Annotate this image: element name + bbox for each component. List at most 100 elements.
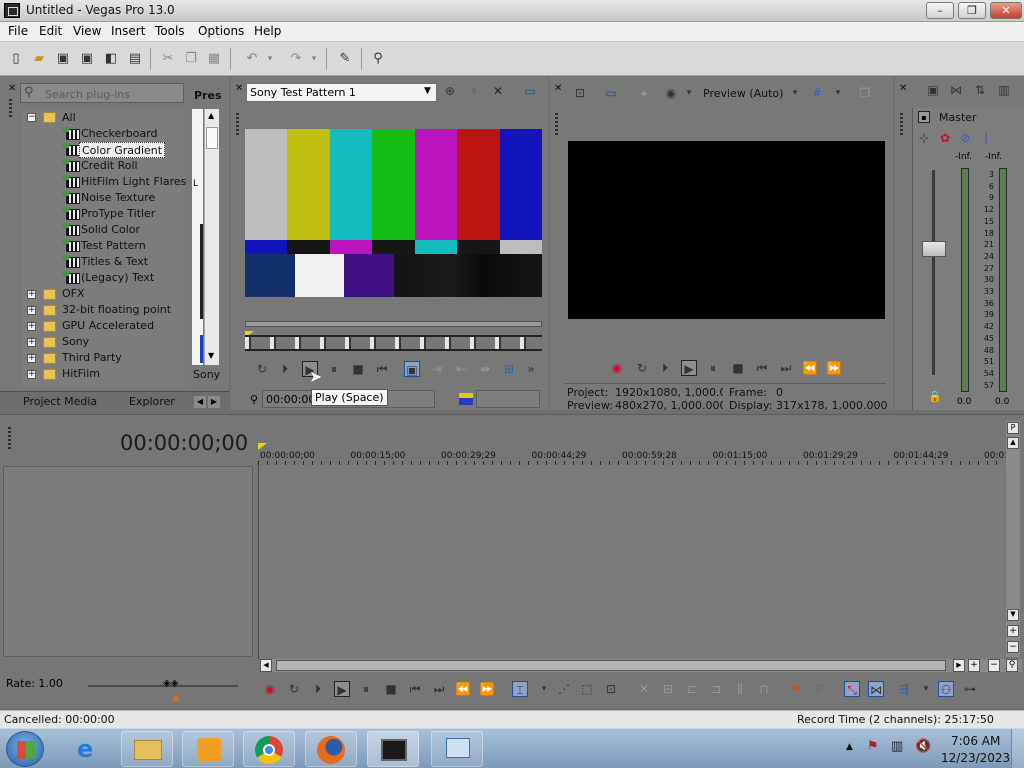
- scroll-left-icon[interactable]: ◀: [260, 659, 272, 672]
- chrome-icon[interactable]: [243, 731, 295, 767]
- menu-edit[interactable]: Edit: [39, 24, 62, 38]
- tree-item-protype-titler[interactable]: ProType Titler: [81, 207, 155, 223]
- expand-icon[interactable]: +: [27, 306, 36, 315]
- go-to-start-icon[interactable]: ⏮: [374, 361, 390, 377]
- close-button[interactable]: ✕: [990, 2, 1022, 19]
- trim-end-icon[interactable]: ⊐: [708, 681, 724, 697]
- play-from-start-icon[interactable]: ⏵: [310, 681, 326, 697]
- auto-crossfade-icon[interactable]: ⋈: [868, 681, 884, 697]
- monitor-icon[interactable]: ▭: [522, 83, 538, 99]
- pause-icon[interactable]: ⏸: [326, 361, 342, 377]
- next-frame-icon[interactable]: ⏩: [826, 360, 842, 376]
- tree-item-gpu-accelerated[interactable]: GPU Accelerated: [62, 319, 154, 335]
- new-icon[interactable]: ▯: [8, 51, 24, 67]
- scroll-up-icon[interactable]: ▲: [208, 111, 214, 120]
- external-monitor-icon[interactable]: ▭: [603, 85, 619, 101]
- overlays-icon[interactable]: #: [809, 85, 825, 101]
- record-icon[interactable]: ◉: [262, 681, 278, 697]
- tab-project-media[interactable]: Project Media: [23, 395, 97, 408]
- stop-icon[interactable]: ■: [730, 360, 746, 376]
- normal-edit-tool-icon[interactable]: ⌶: [512, 681, 528, 697]
- scroll-down-icon[interactable]: ▼: [1007, 609, 1019, 621]
- tree-item-solid-color[interactable]: Solid Color: [81, 223, 140, 239]
- panel-close-icon[interactable]: ✕: [554, 83, 562, 94]
- play-from-start-icon[interactable]: ⏵: [277, 361, 293, 377]
- tree-item-legacy-text[interactable]: (Legacy) Text: [81, 271, 154, 287]
- fx-dropdown-icon[interactable]: ▾: [681, 85, 697, 101]
- file-explorer-icon[interactable]: [121, 731, 173, 767]
- pause-icon[interactable]: ⏸: [705, 360, 721, 376]
- mute-icon[interactable]: ⊘: [957, 130, 973, 146]
- collapse-all-icon[interactable]: −: [27, 113, 36, 122]
- firefox-icon[interactable]: [305, 731, 357, 767]
- preview-quality[interactable]: Preview (Auto): [703, 87, 783, 100]
- add-to-timeline-icon[interactable]: ⇤: [453, 361, 469, 377]
- go-to-start-icon[interactable]: ⏮: [754, 360, 770, 376]
- copy-snapshot-icon[interactable]: ❐: [857, 85, 873, 101]
- tree-item-color-gradient[interactable]: Color Gradient: [79, 142, 166, 158]
- tree-item-credit-roll[interactable]: Credit Roll: [81, 159, 138, 175]
- pin-icon[interactable]: ⚲: [250, 393, 258, 406]
- save-icon[interactable]: ▣: [55, 51, 71, 67]
- trim-mode-icon[interactable]: ⊞: [501, 361, 517, 377]
- media-dropdown[interactable]: Sony Test Pattern 1 ▼: [246, 83, 437, 102]
- media-fx-icon[interactable]: ⚡: [466, 83, 482, 99]
- whats-this-help-icon[interactable]: ⚲: [370, 51, 386, 67]
- menu-help[interactable]: Help: [254, 24, 281, 38]
- clock-time[interactable]: 7:06 AM: [951, 734, 1000, 748]
- ripple-dropdown-icon[interactable]: ▾: [918, 681, 934, 697]
- action-center-icon[interactable]: ⚑: [867, 739, 879, 754]
- menu-file[interactable]: File: [8, 24, 28, 38]
- panel-close-icon[interactable]: ✕: [235, 83, 243, 94]
- minimize-button[interactable]: –: [926, 2, 954, 19]
- go-to-start-icon[interactable]: ⏮: [407, 681, 423, 697]
- copy-icon[interactable]: ❐: [183, 51, 199, 67]
- lock-envelopes-icon[interactable]: ⚇: [938, 681, 954, 697]
- volume-muted-icon[interactable]: 🔇: [915, 739, 931, 754]
- enable-snapping-icon[interactable]: ✎: [337, 51, 353, 67]
- timeline-vscroll[interactable]: P ▲ ▼ + −: [1006, 421, 1020, 657]
- internet-explorer-icon[interactable]: e: [63, 731, 115, 767]
- more-controls-icon[interactable]: »: [523, 361, 539, 377]
- timeline-ruler[interactable]: 00:00:00;00 00:00:15;00 00:00:29;29 00:00:4…: [258, 443, 1019, 465]
- trimmer-filmstrip[interactable]: [245, 335, 542, 351]
- network-icon[interactable]: ▥: [891, 739, 903, 754]
- media-player-icon[interactable]: [182, 731, 234, 767]
- play-from-start-icon[interactable]: ⏵: [657, 360, 673, 376]
- downmix-icon[interactable]: ⋈: [948, 82, 964, 98]
- zoom-edit-tool-icon[interactable]: ⊡: [603, 681, 619, 697]
- hscroll-thumb[interactable]: [276, 660, 946, 671]
- lock-icon[interactable]: 🔒: [928, 390, 942, 403]
- loop-icon[interactable]: ↻: [634, 360, 650, 376]
- selection-tool-icon[interactable]: ⬚: [579, 681, 595, 697]
- show-video-icon[interactable]: ▣: [404, 361, 420, 377]
- tree-item-ofx[interactable]: OFX: [62, 287, 85, 303]
- menu-insert[interactable]: Insert: [111, 24, 145, 38]
- start-button[interactable]: [6, 731, 44, 767]
- tab-scroll-left-icon[interactable]: ◀: [194, 396, 206, 408]
- bookmark-icon[interactable]: P: [1007, 422, 1019, 434]
- clock-date[interactable]: 12/23/2023: [941, 751, 1010, 765]
- zoom-tool-icon[interactable]: ⚲: [1006, 659, 1018, 672]
- insert-marker-icon[interactable]: ⚑: [788, 681, 804, 697]
- stop-icon[interactable]: ■: [383, 681, 399, 697]
- maximize-button[interactable]: ❐: [958, 2, 986, 19]
- tree-item-checkerboard[interactable]: Checkerboard: [81, 127, 158, 143]
- expand-icon[interactable]: +: [27, 322, 36, 331]
- mixer-properties-icon[interactable]: ▣: [925, 82, 941, 98]
- trimmer-scrollbar[interactable]: [245, 321, 542, 327]
- expand-icon[interactable]: +: [27, 338, 36, 347]
- loop-icon[interactable]: ↻: [286, 681, 302, 697]
- menu-tools[interactable]: Tools: [155, 24, 185, 38]
- undo-dropdown-icon[interactable]: ▾: [262, 51, 278, 67]
- open-folder-icon[interactable]: ▰: [31, 51, 47, 67]
- zoom-in-icon[interactable]: +: [1007, 625, 1019, 637]
- redo-dropdown-icon[interactable]: ▾: [306, 51, 322, 67]
- rate-slider-handle[interactable]: ◈◈: [163, 678, 178, 689]
- add-to-timeline-start-icon[interactable]: ⇥: [429, 361, 445, 377]
- expand-icon[interactable]: +: [27, 370, 36, 379]
- presets-scrollbar[interactable]: ▲ ▼: [204, 109, 219, 365]
- menu-options[interactable]: Options: [198, 24, 244, 38]
- go-to-end-icon[interactable]: ⏭: [778, 360, 794, 376]
- previous-frame-icon[interactable]: ⏪: [455, 681, 471, 697]
